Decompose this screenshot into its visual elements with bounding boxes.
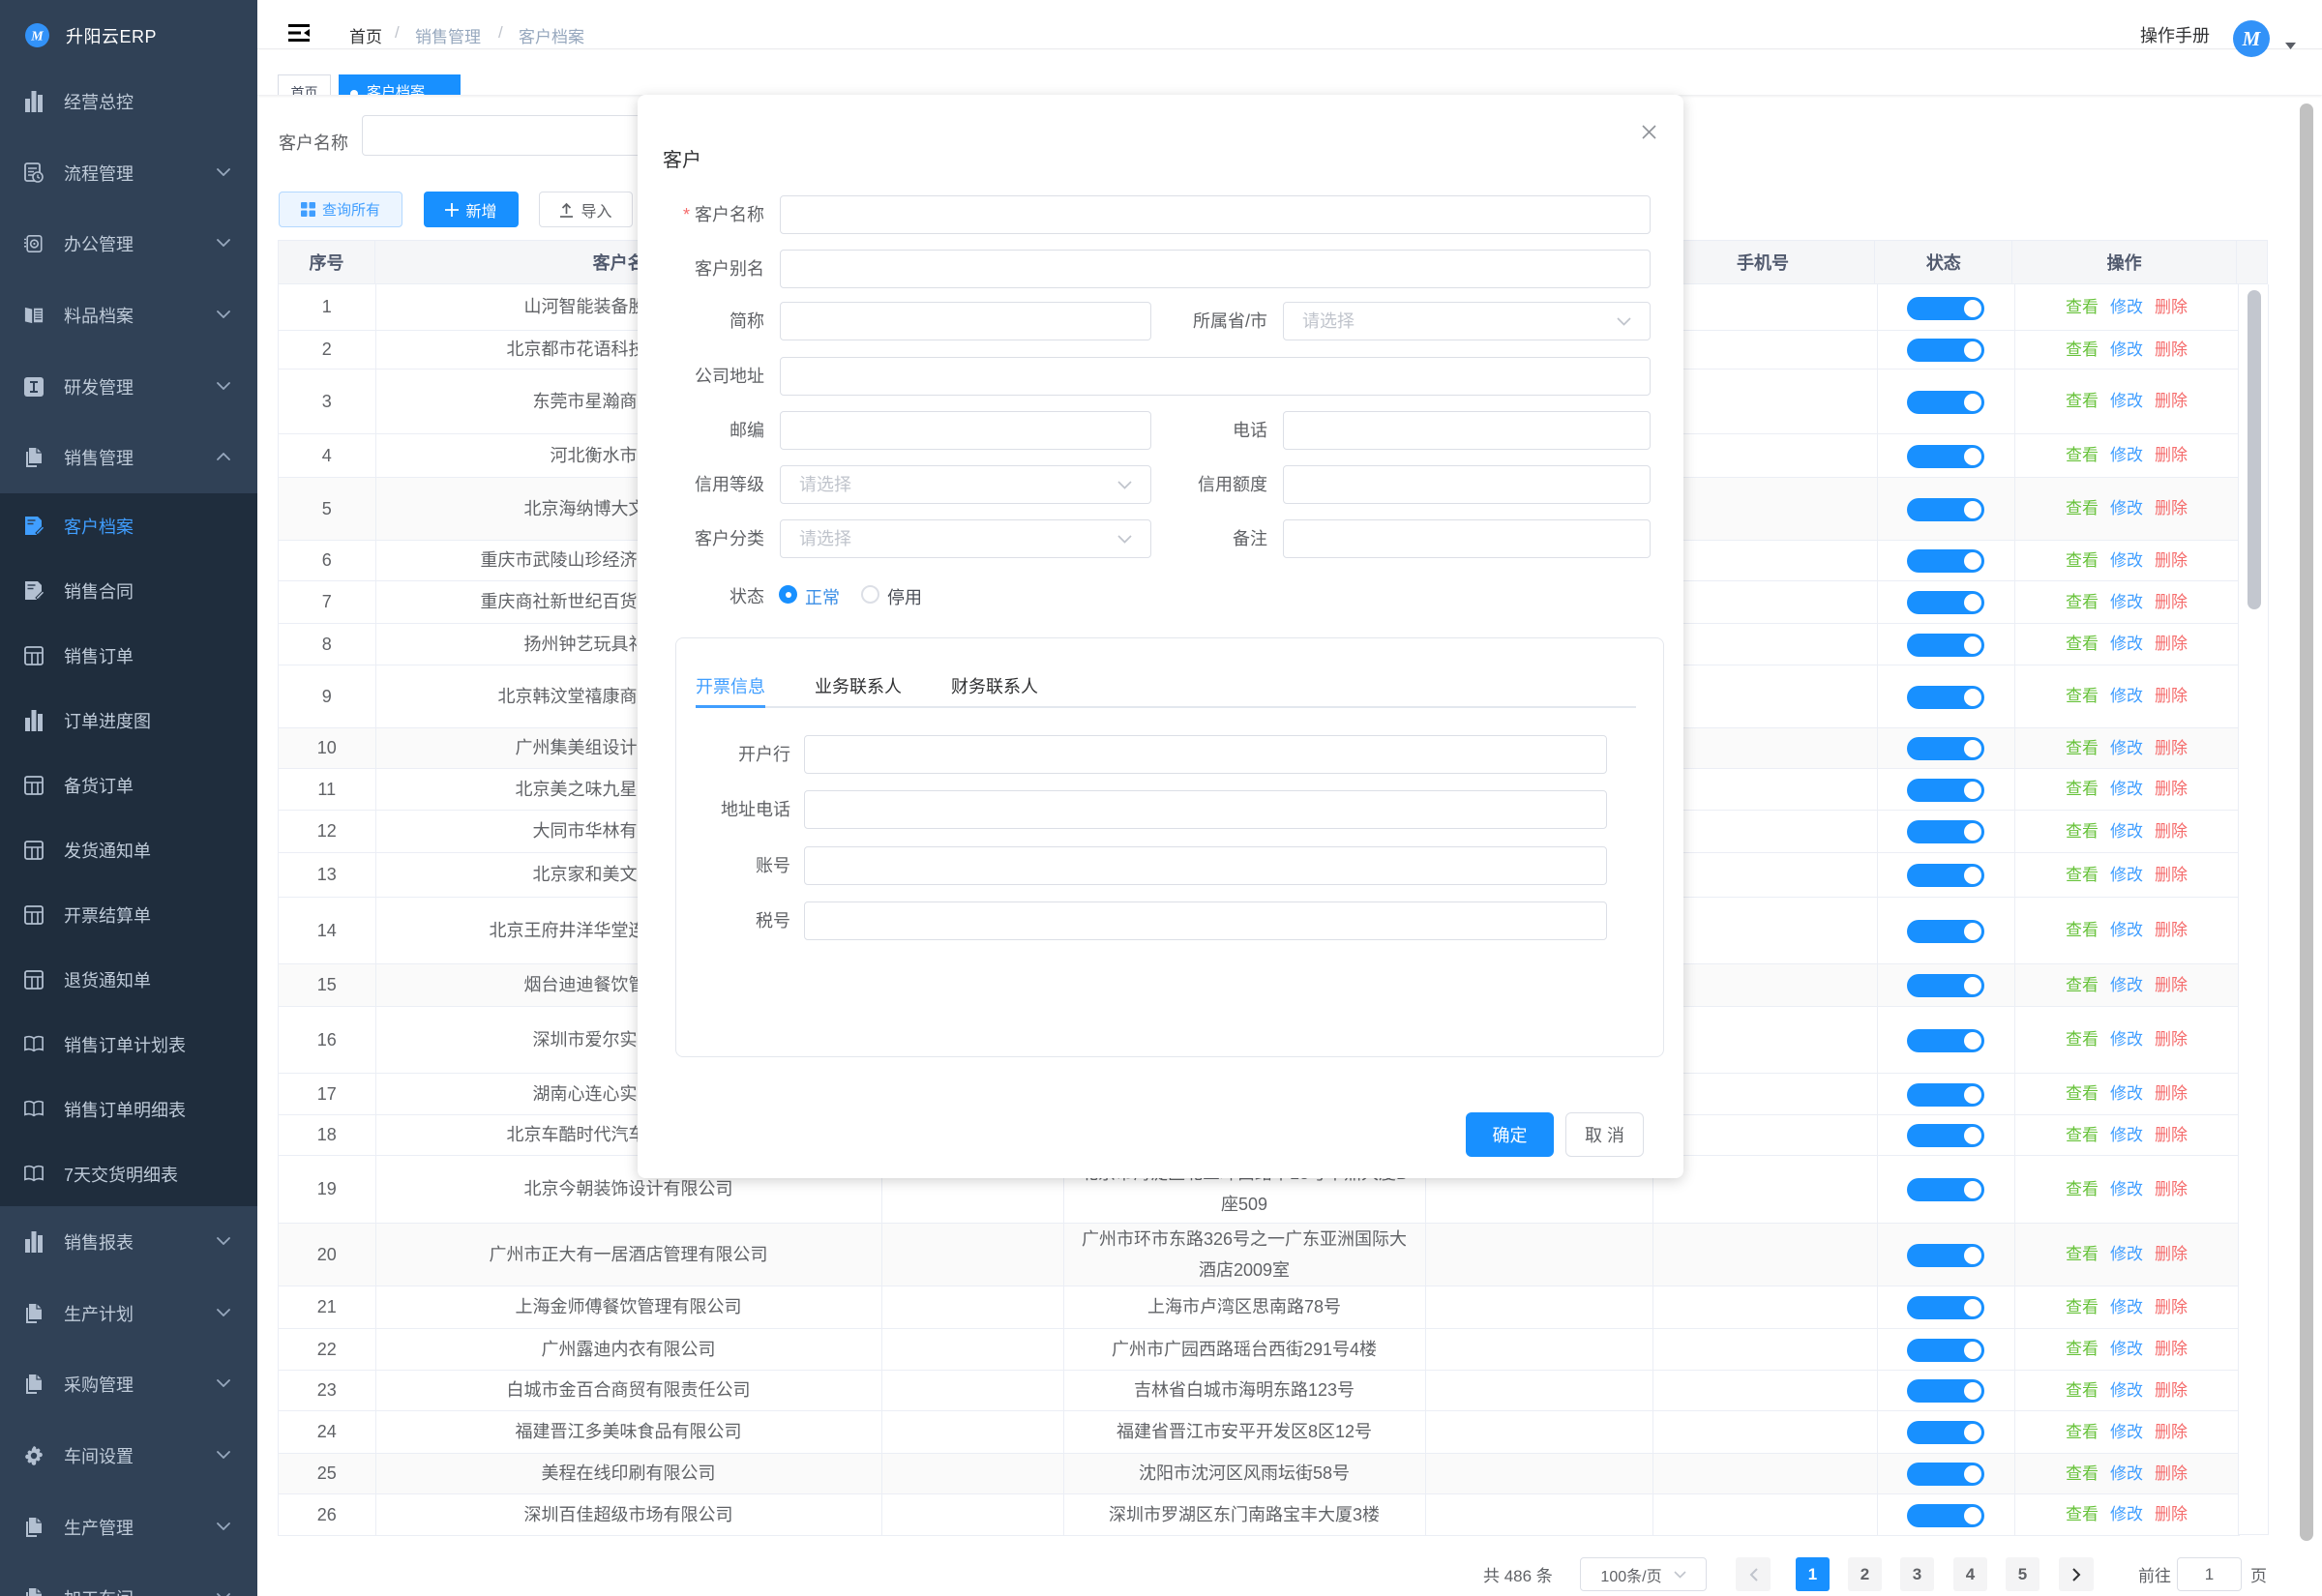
svg-text:M: M — [30, 30, 44, 44]
svg-text:M: M — [2242, 27, 2262, 50]
